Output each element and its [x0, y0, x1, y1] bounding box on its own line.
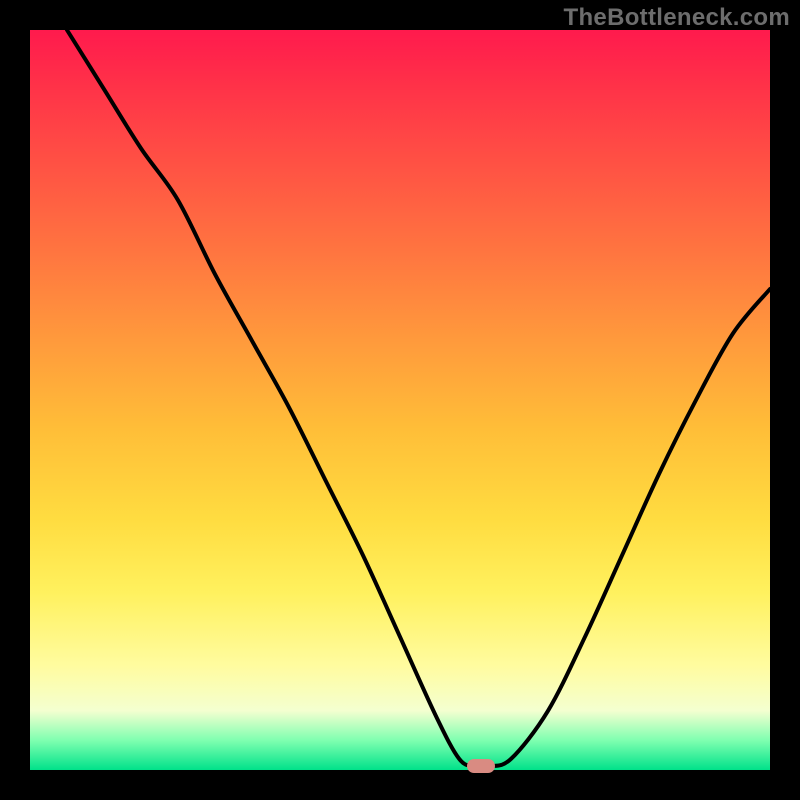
bottleneck-curve: [30, 30, 770, 770]
optimal-point-marker: [467, 759, 495, 773]
watermark-text: TheBottleneck.com: [564, 4, 790, 32]
chart-frame: TheBottleneck.com: [0, 0, 800, 800]
plot-area: [30, 30, 770, 770]
